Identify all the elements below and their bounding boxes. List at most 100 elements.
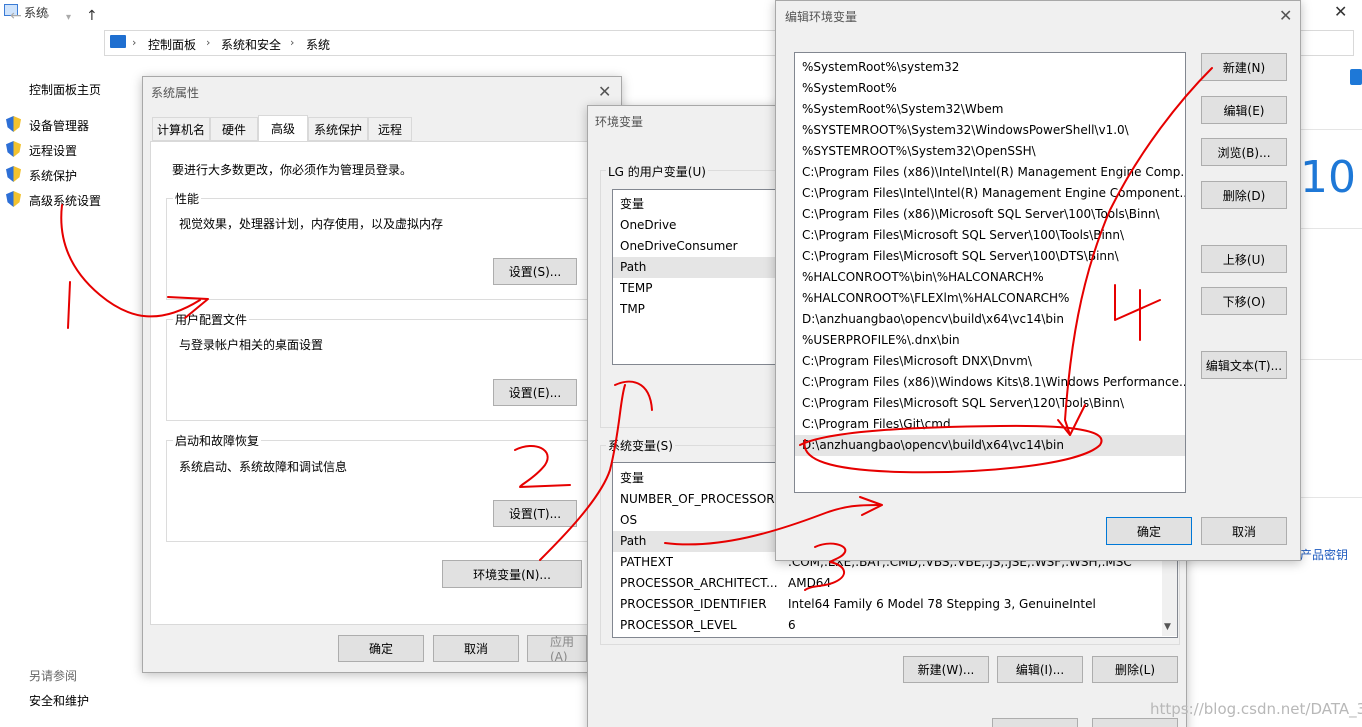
path-entry[interactable]: C:\Program Files\Git\cmd (795, 414, 1185, 435)
path-entry[interactable]: D:\anzhuangbao\opencv\build\x64\vc14\bin (795, 435, 1185, 456)
scroll-down-arrow-icon[interactable]: ▼ (1164, 622, 1171, 632)
system-properties-ok-button[interactable]: 确定 (338, 635, 424, 662)
system-variable-path[interactable]: Path (613, 531, 783, 552)
tab-system-protection[interactable]: 系统保护 (308, 117, 368, 141)
path-entry[interactable]: C:\Program Files (x86)\Intel\Intel(R) Ma… (795, 162, 1185, 183)
tab-computer-name[interactable]: 计算机名 (152, 117, 210, 141)
tab-advanced[interactable]: 高级 (258, 115, 308, 142)
user-variable-onedriveconsumer[interactable]: OneDriveConsumer (620, 239, 738, 253)
system-variables-label: 系统变量(S) (606, 437, 675, 454)
environment-variables-button[interactable]: 环境变量(N)... (442, 560, 582, 588)
system-variable-value[interactable]: AMD64 (788, 576, 831, 590)
divider (1300, 129, 1362, 130)
breadcrumb-sep-icon: › (132, 36, 137, 49)
user-variable-tmp[interactable]: TMP (620, 302, 645, 316)
user-variable-onedrive[interactable]: OneDrive (620, 218, 676, 232)
help-icon[interactable] (1350, 69, 1362, 85)
startup-recovery-label: 启动和故障恢复 (173, 432, 262, 449)
system-variable-value[interactable]: Intel64 Family 6 Model 78 Stepping 3, Ge… (788, 597, 1096, 611)
path-entry[interactable]: %SystemRoot% (795, 78, 1185, 99)
edit-env-close-icon[interactable]: ✕ (1279, 6, 1292, 25)
change-product-key-link[interactable]: 产品密钥 (1300, 546, 1348, 563)
edit-env-title: 编辑环境变量 (785, 10, 858, 24)
system-window-close-icon[interactable]: ✕ (1334, 2, 1347, 21)
user-variable-temp[interactable]: TEMP (620, 281, 653, 295)
startup-recovery-settings-button[interactable]: 设置(T)... (493, 500, 577, 527)
recent-dropdown-icon[interactable]: ▾ (66, 12, 71, 23)
edit-env-ok-button[interactable]: 确定 (1106, 517, 1192, 545)
path-move-down-button[interactable]: 下移(O) (1201, 287, 1287, 315)
path-entry[interactable]: %SYSTEMROOT%\System32\WindowsPowerShell\… (795, 120, 1185, 141)
breadcrumb-sep-icon: › (290, 36, 295, 49)
system-variable-name[interactable]: PATHEXT (620, 555, 673, 569)
path-entry[interactable]: %SystemRoot%\system32 (795, 57, 1185, 78)
edit-env-cancel-button[interactable]: 取消 (1201, 517, 1287, 545)
system-properties-cancel-button[interactable]: 取消 (433, 635, 519, 662)
user-variables-header[interactable]: 变量 (620, 195, 644, 212)
path-entry[interactable]: %SYSTEMROOT%\System32\OpenSSH\ (795, 141, 1185, 162)
see-also-heading: 另请参阅 (29, 669, 78, 683)
admin-note: 要进行大多数更改，你必须作为管理员登录。 (172, 163, 413, 177)
system-variable-name[interactable]: NUMBER_OF_PROCESSORS (620, 492, 780, 506)
tab-remote[interactable]: 远程 (368, 117, 412, 141)
shield-icon (6, 141, 21, 157)
path-entry[interactable]: C:\Program Files (x86)\Microsoft SQL Ser… (795, 204, 1185, 225)
control-panel-icon (110, 35, 126, 48)
system-variable-value[interactable]: 6 (788, 618, 796, 632)
path-entry[interactable]: C:\Program Files\Microsoft SQL Server\12… (795, 393, 1185, 414)
shield-icon (6, 166, 21, 182)
sidebar-link-advanced-settings[interactable]: 高级系统设置 (29, 192, 101, 209)
see-also-security-link[interactable]: 安全和维护 (29, 692, 89, 709)
shield-icon (6, 191, 21, 207)
path-entry[interactable]: %USERPROFILE%\.dnx\bin (795, 330, 1185, 351)
path-entry[interactable]: C:\Program Files\Microsoft SQL Server\10… (795, 246, 1185, 267)
system-properties-close-icon[interactable]: ✕ (598, 82, 611, 101)
path-delete-button[interactable]: 删除(D) (1201, 181, 1287, 209)
path-entry[interactable]: C:\Program Files (x86)\Windows Kits\8.1\… (795, 372, 1185, 393)
path-entry[interactable]: %SystemRoot%\System32\Wbem (795, 99, 1185, 120)
user-profiles-label: 用户配置文件 (173, 311, 250, 328)
system-variable-edit-button[interactable]: 编辑(I)... (997, 656, 1083, 683)
system-variable-delete-button[interactable]: 删除(L) (1092, 656, 1178, 683)
path-entry[interactable]: C:\Program Files\Intel\Intel(R) Manageme… (795, 183, 1185, 204)
breadcrumb-system-security[interactable]: 系统和安全 (221, 36, 281, 53)
up-arrow-icon[interactable]: ↑ (86, 8, 98, 24)
path-edit-button[interactable]: 编辑(E) (1201, 96, 1287, 124)
system-variables-header[interactable]: 变量 (620, 469, 644, 486)
annotation-stroke (67, 281, 71, 329)
system-variable-name[interactable]: PROCESSOR_IDENTIFIER (620, 597, 767, 611)
forward-arrow-icon[interactable]: → (38, 8, 50, 24)
tab-hardware[interactable]: 硬件 (210, 117, 258, 141)
breadcrumb-system[interactable]: 系统 (306, 36, 330, 53)
breadcrumb-control-panel[interactable]: 控制面板 (148, 36, 196, 53)
path-entry[interactable]: D:\anzhuangbao\opencv\build\x64\vc14\bin (795, 309, 1185, 330)
sidebar-link-device-manager[interactable]: 设备管理器 (29, 117, 89, 134)
system-properties-title: 系统属性 (151, 86, 200, 100)
sidebar-link-system-protection[interactable]: 系统保护 (29, 167, 77, 184)
system-variable-name[interactable]: PROCESSOR_ARCHITECT... (620, 576, 780, 590)
path-new-button[interactable]: 新建(N) (1201, 53, 1287, 81)
back-arrow-icon[interactable]: ← (10, 8, 22, 24)
path-entry[interactable]: %HALCONROOT%\FLEXlm\%HALCONARCH% (795, 288, 1185, 309)
path-entry[interactable]: C:\Program Files\Microsoft SQL Server\10… (795, 225, 1185, 246)
sidebar-link-remote-settings[interactable]: 远程设置 (29, 142, 77, 159)
env-cancel-button-partial[interactable] (1092, 718, 1178, 727)
system-properties-apply-button[interactable]: 应用(A) (527, 635, 587, 662)
path-move-up-button[interactable]: 上移(U) (1201, 245, 1287, 273)
path-entry[interactable]: C:\Program Files\Microsoft DNX\Dnvm\ (795, 351, 1185, 372)
user-variable-path[interactable]: Path (613, 257, 782, 278)
watermark: https://blog.csdn.net/DATA_3 (1150, 700, 1362, 718)
divider (1300, 228, 1362, 229)
divider (1300, 497, 1362, 498)
startup-recovery-desc: 系统启动、系统故障和调试信息 (179, 460, 348, 474)
path-browse-button[interactable]: 浏览(B)... (1201, 138, 1287, 166)
system-variable-new-button[interactable]: 新建(W)... (903, 656, 989, 683)
path-entry[interactable]: %HALCONROOT%\bin\%HALCONARCH% (795, 267, 1185, 288)
user-profiles-settings-button[interactable]: 设置(E)... (493, 379, 577, 406)
path-edit-text-button[interactable]: 编辑文本(T)... (1201, 351, 1287, 379)
performance-settings-button[interactable]: 设置(S)... (493, 258, 577, 285)
sidebar-link-control-panel-home[interactable]: 控制面板主页 (29, 81, 101, 98)
system-variable-name[interactable]: PROCESSOR_LEVEL (620, 618, 737, 632)
system-variable-name[interactable]: OS (620, 513, 637, 527)
env-ok-button-partial[interactable] (992, 718, 1078, 727)
